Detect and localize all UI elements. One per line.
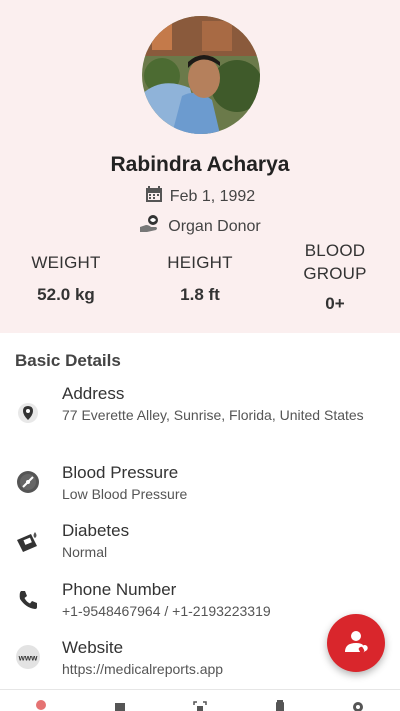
detail-title: Diabetes [62, 521, 130, 540]
donor-row: Organ Donor [0, 214, 400, 239]
bottom-navigation [0, 689, 400, 711]
detail-value: Low Blood Pressure [62, 486, 188, 502]
avatar[interactable] [142, 16, 260, 134]
profile-photo [142, 16, 260, 134]
medical-user-icon [345, 631, 368, 653]
weight-stat: WEIGHT 52.0 kg [18, 253, 114, 305]
nav-medications[interactable] [273, 699, 287, 711]
basic-details-title: Basic Details [15, 351, 121, 370]
profile-header: Rabindra Acharya Feb 1, 1992 Organ Donor… [0, 0, 400, 333]
medicine-nav-icon [273, 699, 287, 711]
detail-diabetes[interactable]: Diabetes Normal [0, 521, 400, 563]
blood-group-label-line1: BLOOD [304, 241, 366, 260]
detail-title: Phone Number [62, 580, 177, 599]
height-label: HEIGHT [167, 253, 233, 272]
folder-nav-icon [113, 699, 127, 711]
location-pin-icon [15, 400, 41, 426]
phone-icon [15, 587, 41, 613]
nav-records[interactable] [113, 699, 127, 711]
donor-text: Organ Donor [168, 217, 261, 235]
detail-title: Address [62, 384, 125, 403]
detail-value: +1-9548467964 / +1-2193223319 [62, 603, 271, 619]
blood-group-stat: BLOOD GROUP 0+ [290, 241, 380, 314]
blood-group-label-line2: GROUP [303, 264, 367, 283]
svg-text:www: www [18, 654, 38, 663]
gear-nav-icon [351, 699, 365, 711]
nav-scan[interactable] [193, 699, 207, 711]
detail-phone-number[interactable]: Phone Number +1-9548467964 / +1-21932233… [0, 580, 400, 622]
profile-nav-icon [34, 699, 48, 711]
detail-title: Blood Pressure [62, 463, 179, 482]
dob-text: Feb 1, 1992 [169, 187, 256, 205]
blood-pressure-gauge-icon [15, 469, 41, 495]
glucose-meter-icon [15, 529, 41, 555]
weight-label: WEIGHT [31, 253, 101, 272]
dob-row: Feb 1, 1992 [0, 185, 400, 208]
detail-value: 77 Everette Alley, Sunrise, Florida, Uni… [62, 407, 364, 423]
weight-value: 52.0 kg [37, 285, 95, 304]
nav-settings[interactable] [351, 699, 365, 711]
profile-name: Rabindra Acharya [110, 153, 290, 176]
height-value: 1.8 ft [180, 285, 220, 304]
height-stat: HEIGHT 1.8 ft [152, 253, 248, 305]
organ-donor-icon [139, 214, 161, 239]
add-medical-record-button[interactable] [327, 614, 385, 672]
scan-nav-icon [193, 699, 207, 711]
detail-blood-pressure[interactable]: Blood Pressure Low Blood Pressure [0, 463, 400, 505]
calendar-icon [145, 185, 163, 208]
nav-profile[interactable] [34, 699, 48, 711]
detail-address[interactable]: Address 77 Everette Alley, Sunrise, Flor… [0, 384, 400, 446]
detail-title: Website [62, 638, 124, 657]
www-icon: www [15, 644, 41, 670]
blood-group-value: 0+ [325, 294, 345, 313]
detail-value: Normal [62, 544, 108, 560]
